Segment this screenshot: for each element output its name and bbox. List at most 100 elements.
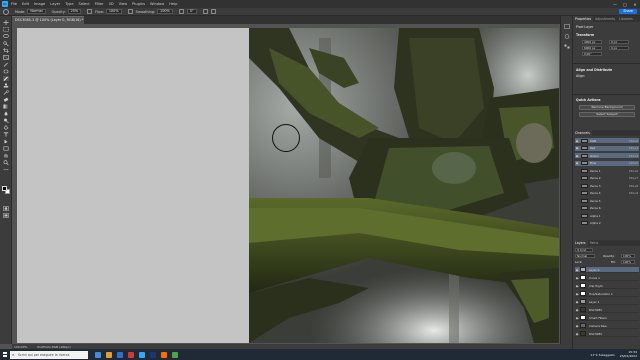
minimize-button[interactable]: — xyxy=(610,2,620,7)
layer-row[interactable]: ◉ DSC3085 xyxy=(575,307,639,313)
layer-row[interactable]: ◉ Clip Highl. xyxy=(575,283,639,289)
eye-icon[interactable]: ◉ xyxy=(575,324,579,328)
document-gray-layer[interactable] xyxy=(17,28,249,343)
layer-opacity-field[interactable]: 100% xyxy=(621,254,635,258)
tab-adjustments[interactable]: Adjustments xyxy=(593,16,617,22)
document-tab[interactable]: DSC3085-3 @ 100% (Layer 0, RGB/16) * xyxy=(12,16,84,24)
color-profile[interactable]: ProPhoto RGB (16bpc) xyxy=(37,345,70,349)
height-field[interactable]: 6000 px xyxy=(582,46,602,50)
healing-brush-tool-icon[interactable] xyxy=(3,69,9,74)
zoom-tool-icon[interactable] xyxy=(3,160,9,165)
marquee-tool-icon[interactable] xyxy=(3,27,9,32)
menu-file[interactable]: File xyxy=(11,2,17,6)
width-field[interactable]: 4000 px xyxy=(582,40,602,44)
eye-icon[interactable]: ◉ xyxy=(575,308,579,312)
layer-row[interactable]: ◉ Layer 1 xyxy=(575,299,639,305)
tab-layers[interactable]: Layers xyxy=(573,240,588,246)
y-field[interactable]: 0 px xyxy=(609,46,629,50)
taskbar-search-input[interactable]: Scrivi qui per eseguire la ricerca xyxy=(10,350,88,359)
symmetry-icon[interactable] xyxy=(210,9,216,14)
airbrush-icon[interactable] xyxy=(127,9,133,14)
channel-row[interactable]: ◉ Green Ctrl+4 xyxy=(575,153,639,158)
pen-tool-icon[interactable] xyxy=(3,125,9,130)
spotify-icon[interactable] xyxy=(169,349,180,360)
layer-row[interactable]: ◉ DSC3085 xyxy=(575,331,639,337)
path-selection-tool-icon[interactable] xyxy=(3,139,9,144)
maximize-button[interactable]: □ xyxy=(620,2,630,7)
firefox-icon[interactable] xyxy=(158,349,169,360)
channel-row[interactable]: Zeros 2 Ctrl+7 xyxy=(575,176,639,181)
channel-row[interactable]: Zeros 6 xyxy=(575,206,639,211)
screen-mode-icon[interactable] xyxy=(3,213,9,218)
history-brush-tool-icon[interactable] xyxy=(3,90,9,95)
menu-plugins[interactable]: Plugins xyxy=(132,2,145,6)
menu-help[interactable]: Help xyxy=(169,2,177,6)
fill-field[interactable]: 100% xyxy=(621,260,635,264)
chrome-icon[interactable] xyxy=(125,349,136,360)
eye-icon[interactable]: ◉ xyxy=(575,146,579,150)
clock[interactable]: 15:34 23/01/2022 xyxy=(620,350,637,358)
mode-select[interactable]: Normal xyxy=(27,9,46,14)
align-distribute-title[interactable]: Align and Distribute xyxy=(576,68,612,72)
eye-icon[interactable]: ◉ xyxy=(575,276,579,280)
edit-toolbar-icon[interactable] xyxy=(3,167,9,172)
eye-icon[interactable]: ◉ xyxy=(575,154,579,158)
layer-row[interactable]: ◉ Hue/Saturation 1 xyxy=(575,291,639,297)
document-photo[interactable] xyxy=(249,28,559,343)
swatches-panel-icon[interactable] xyxy=(564,44,570,49)
move-tool-icon[interactable] xyxy=(3,20,9,25)
channel-row[interactable]: Alpha 1 xyxy=(575,213,639,218)
eye-icon[interactable]: ◉ xyxy=(575,300,579,304)
photoshop-logo-icon[interactable]: Ps xyxy=(2,1,8,7)
lightroom-taskbar-icon[interactable] xyxy=(147,349,158,360)
menu-window[interactable]: Window xyxy=(150,2,164,6)
crop-tool-icon[interactable] xyxy=(3,48,9,53)
dodge-tool-icon[interactable] xyxy=(3,118,9,123)
layer-row[interactable]: ◉ Camera Raw xyxy=(575,323,639,329)
layer-row[interactable]: ◉ Curve 1 xyxy=(575,275,639,281)
brush-angle-field[interactable]: 0° xyxy=(186,9,197,14)
zoom-level[interactable]: 100,00% xyxy=(14,345,27,349)
quick-select-tool-icon[interactable] xyxy=(3,41,9,46)
smoothing-field[interactable]: 100% xyxy=(157,9,173,14)
gradient-tool-icon[interactable] xyxy=(3,104,9,109)
channel-row[interactable]: ◉ Red Ctrl+3 xyxy=(575,145,639,151)
brush-preset-icon[interactable] xyxy=(3,8,9,15)
quick-actions-title[interactable]: Quick Actions xyxy=(576,98,601,102)
x-field[interactable]: 0 px xyxy=(609,40,629,44)
pressure-opacity-icon[interactable] xyxy=(87,9,93,14)
transform-title[interactable]: Transform xyxy=(576,33,594,37)
rectangle-tool-icon[interactable] xyxy=(3,146,9,151)
brush-tool-icon[interactable] xyxy=(3,76,9,81)
share-button[interactable]: Share xyxy=(619,9,637,14)
eye-icon[interactable]: ◉ xyxy=(575,284,579,288)
eye-icon[interactable]: ◉ xyxy=(575,292,579,296)
eye-icon[interactable]: ◉ xyxy=(575,161,579,165)
menu-select[interactable]: Select xyxy=(79,2,90,6)
windows-start-icon[interactable] xyxy=(0,349,10,360)
history-panel-icon[interactable] xyxy=(564,24,570,29)
type-tool-icon[interactable] xyxy=(3,132,9,137)
select-subject-button[interactable]: Select Subject xyxy=(579,112,635,117)
menu-image[interactable]: Image xyxy=(34,2,45,6)
frame-tool-icon[interactable] xyxy=(3,55,9,60)
tab-channels[interactable]: Channels xyxy=(573,130,592,136)
eraser-tool-icon[interactable] xyxy=(3,97,9,102)
tab-paths[interactable]: Paths xyxy=(588,240,601,246)
quick-mask-icon[interactable] xyxy=(3,206,9,211)
eye-icon[interactable]: ◉ xyxy=(575,332,579,336)
opacity-field[interactable]: 25% xyxy=(67,9,82,14)
layer-row[interactable]: ◉ Layer 0 xyxy=(575,267,639,273)
channel-row[interactable]: Zeros 3 Ctrl+8 xyxy=(575,183,639,188)
angle-field[interactable]: 0,00° xyxy=(582,52,602,56)
remove-background-button[interactable]: Remove Background xyxy=(579,105,635,110)
menu-view[interactable]: View xyxy=(119,2,128,6)
hand-tool-icon[interactable] xyxy=(3,153,9,158)
color-panel-icon[interactable] xyxy=(564,34,570,39)
channel-row[interactable]: Zeros 5 xyxy=(575,198,639,203)
tab-properties[interactable]: Properties xyxy=(573,16,594,22)
channel-row[interactable]: ◉ RGB Ctrl+2 xyxy=(575,138,639,143)
menu-edit[interactable]: Edit xyxy=(22,2,29,6)
blend-mode-select[interactable]: Normal xyxy=(575,254,595,258)
edge-icon[interactable] xyxy=(114,349,125,360)
